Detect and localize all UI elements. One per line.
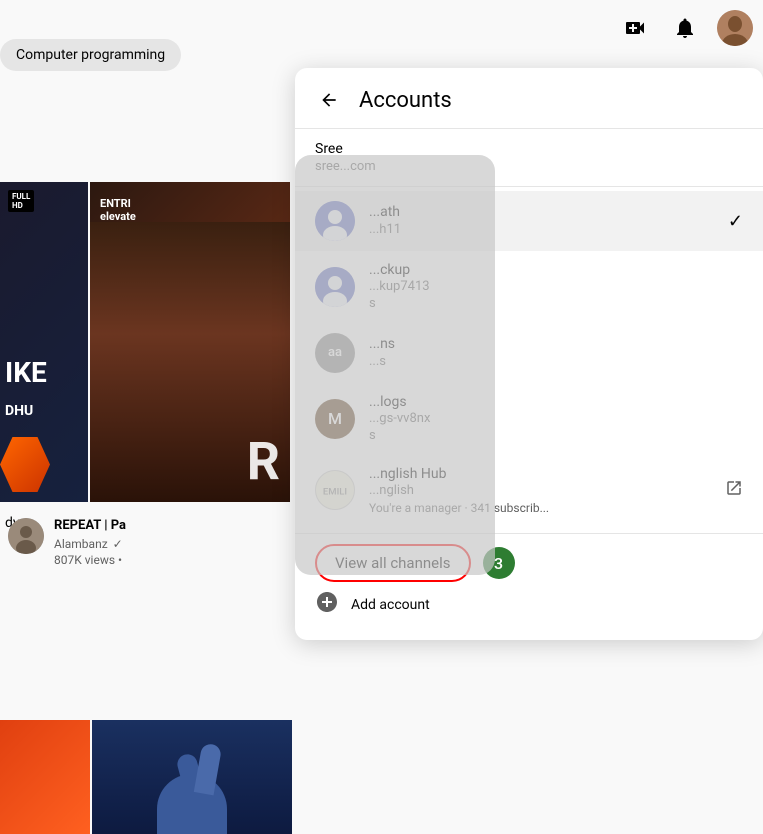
video-card-4[interactable] <box>92 720 292 834</box>
notifications-button[interactable] <box>667 10 703 46</box>
video-card-3[interactable]: ☀ TV <box>0 720 90 834</box>
panel-header: Accounts <box>295 68 763 129</box>
add-account-row[interactable]: Add account <box>315 590 743 620</box>
external-link-icon[interactable] <box>725 479 743 501</box>
count-value: 3 <box>494 554 503 573</box>
search-chip-label: Computer programming <box>16 47 165 63</box>
user-avatar[interactable] <box>717 10 753 46</box>
r-letter: R <box>247 431 280 492</box>
anime-hair-bg <box>92 720 292 834</box>
channel-name: Alambanz ✓ <box>54 537 126 551</box>
video-title: REPEAT | Pa <box>54 518 126 535</box>
entri-elevate-text: ENTRIelevate <box>100 197 136 223</box>
topbar <box>617 10 753 46</box>
create-video-button[interactable] <box>617 10 653 46</box>
back-button[interactable] <box>315 86 343 114</box>
partial-text-ke: IKEDHU <box>5 356 47 422</box>
video-card-1[interactable]: FULLHD IKEDHU <box>0 182 88 502</box>
scroll-overlay <box>295 155 495 575</box>
panel-title: Accounts <box>359 88 452 113</box>
views-text: 807K views • <box>54 553 126 567</box>
add-account-icon <box>315 590 339 620</box>
verified-icon: ✓ <box>111 537 125 551</box>
channel-thumb <box>8 518 44 554</box>
video-meta-area: REPEAT | Pa Alambanz ✓ 807K views • <box>0 510 290 575</box>
search-chip: Computer programming <box>0 39 181 71</box>
full-hd-badge: FULLHD <box>8 190 34 212</box>
video-card-2[interactable]: ENTRIelevate R <box>90 182 290 502</box>
add-account-label: Add account <box>351 597 430 613</box>
active-check-icon: ✓ <box>728 211 743 232</box>
